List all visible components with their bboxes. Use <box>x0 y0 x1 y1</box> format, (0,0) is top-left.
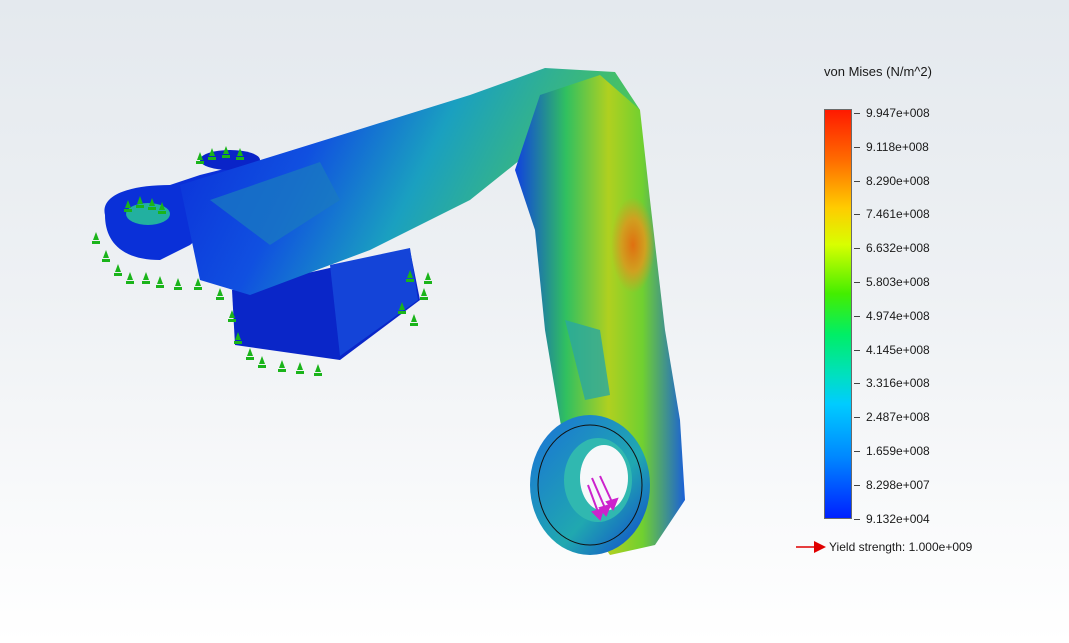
legend-tick <box>854 315 860 317</box>
yield-strength-indicator: Yield strength: 1.000e+009 <box>796 539 972 555</box>
legend-tick <box>854 180 860 182</box>
fixture-arrow-icon <box>258 356 266 368</box>
legend-tick-label: 8.290e+008 <box>866 173 930 188</box>
legend-tick <box>854 113 860 114</box>
legend-tick-label: 9.947e+008 <box>866 106 930 120</box>
legend-tick <box>854 349 860 351</box>
fixture-arrow-icon <box>102 250 110 262</box>
fixture-arrow-icon <box>424 272 432 284</box>
legend-tick <box>854 282 860 283</box>
legend-tick <box>854 518 860 520</box>
legend-tick-label: 1.659e+008 <box>866 444 930 458</box>
part-eye-hole-inner <box>580 445 628 511</box>
legend-tick-label: 8.298e+007 <box>866 477 930 492</box>
fixture-arrow-icon <box>216 288 224 300</box>
fixture-arrow-icon <box>174 278 182 290</box>
fixture-arrow-icon <box>92 232 100 244</box>
legend-tick-label: 3.316e+008 <box>866 376 930 391</box>
legend-tick <box>854 417 860 419</box>
legend-tick <box>854 146 860 148</box>
legend-tick <box>854 248 860 250</box>
part-stress-hotspot <box>611 197 655 293</box>
fixture-arrow-icon <box>410 314 418 326</box>
legend-tick <box>854 383 860 385</box>
yield-strength-value: 1.000e+009 <box>908 540 973 554</box>
fixture-arrow-icon <box>114 264 122 276</box>
yield-strength-label: Yield strength: <box>829 540 906 554</box>
legend-tick <box>854 484 860 486</box>
legend-tick-label: 9.132e+004 <box>866 511 930 526</box>
fixture-arrow-icon <box>296 362 304 374</box>
fixture-arrow-icon <box>156 276 164 288</box>
legend-tick-label: 2.487e+008 <box>866 410 930 425</box>
legend-tick <box>854 451 860 452</box>
legend-tick <box>854 214 860 216</box>
part-base-side <box>330 248 418 356</box>
legend-tick-label: 5.803e+008 <box>866 275 930 289</box>
legend-title: von Mises (N/m^2) <box>824 64 932 79</box>
legend-tick-label: 4.145e+008 <box>866 342 930 357</box>
legend-color-bar <box>824 109 852 519</box>
red-arrow-icon <box>796 541 826 553</box>
fixture-arrow-icon <box>126 272 134 284</box>
fixture-arrow-icon <box>142 272 150 284</box>
fixture-arrow-icon <box>278 360 286 372</box>
fixture-arrow-icon <box>246 348 254 360</box>
fixture-arrow-icon <box>314 364 322 376</box>
legend-tick-label: 4.974e+008 <box>866 308 930 323</box>
legend-tick-label: 6.632e+008 <box>866 241 930 256</box>
legend-tick-label: 9.118e+008 <box>866 139 929 154</box>
legend-tick-label: 7.461e+008 <box>866 207 930 222</box>
fixture-arrow-icon <box>420 288 428 300</box>
